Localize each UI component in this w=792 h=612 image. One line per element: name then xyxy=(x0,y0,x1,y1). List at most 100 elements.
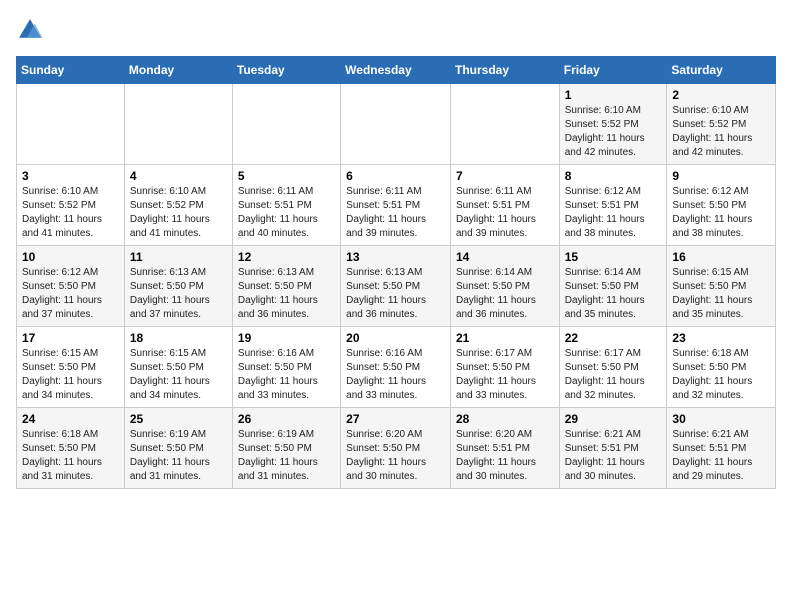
weekday-header-monday: Monday xyxy=(124,57,232,84)
calendar-cell: 11 Sunrise: 6:13 AM Sunset: 5:50 PM Dayli… xyxy=(124,246,232,327)
day-info: Sunrise: 6:15 AM Sunset: 5:50 PM Dayligh… xyxy=(672,266,770,322)
calendar-cell: 4 Sunrise: 6:10 AM Sunset: 5:52 PM Daylig… xyxy=(124,165,232,246)
weekday-header-tuesday: Tuesday xyxy=(232,57,340,84)
day-info: Sunrise: 6:13 AM Sunset: 5:50 PM Dayligh… xyxy=(130,266,227,322)
day-info: Sunrise: 6:15 AM Sunset: 5:50 PM Dayligh… xyxy=(22,347,119,403)
calendar-cell: 13 Sunrise: 6:13 AM Sunset: 5:50 PM Dayli… xyxy=(341,246,451,327)
calendar-cell: 23 Sunrise: 6:18 AM Sunset: 5:50 PM Dayli… xyxy=(667,327,776,408)
calendar-week-1: 1 Sunrise: 6:10 AM Sunset: 5:52 PM Daylig… xyxy=(17,84,776,165)
day-number: 25 xyxy=(130,412,227,426)
calendar-cell: 9 Sunrise: 6:12 AM Sunset: 5:50 PM Daylig… xyxy=(667,165,776,246)
day-info: Sunrise: 6:12 AM Sunset: 5:51 PM Dayligh… xyxy=(565,185,662,241)
day-info: Sunrise: 6:11 AM Sunset: 5:51 PM Dayligh… xyxy=(456,185,554,241)
day-number: 30 xyxy=(672,412,770,426)
day-number: 14 xyxy=(456,250,554,264)
calendar-cell: 10 Sunrise: 6:12 AM Sunset: 5:50 PM Dayli… xyxy=(17,246,125,327)
day-info: Sunrise: 6:10 AM Sunset: 5:52 PM Dayligh… xyxy=(565,104,662,160)
day-info: Sunrise: 6:18 AM Sunset: 5:50 PM Dayligh… xyxy=(672,347,770,403)
day-info: Sunrise: 6:19 AM Sunset: 5:50 PM Dayligh… xyxy=(238,428,335,484)
logo-icon xyxy=(16,16,44,44)
weekday-header-wednesday: Wednesday xyxy=(341,57,451,84)
day-number: 2 xyxy=(672,88,770,102)
day-number: 3 xyxy=(22,169,119,183)
day-info: Sunrise: 6:19 AM Sunset: 5:50 PM Dayligh… xyxy=(130,428,227,484)
calendar-cell xyxy=(341,84,451,165)
calendar-cell xyxy=(17,84,125,165)
weekday-header-thursday: Thursday xyxy=(450,57,559,84)
calendar-week-4: 17Sunrise: 6:15 AM Sunset: 5:50 PM Dayli… xyxy=(17,327,776,408)
day-number: 1 xyxy=(565,88,662,102)
calendar-cell: 27 Sunrise: 6:20 AM Sunset: 5:50 PM Dayli… xyxy=(341,408,451,489)
calendar-cell xyxy=(232,84,340,165)
day-number: 22 xyxy=(565,331,662,345)
calendar-cell: 3 Sunrise: 6:10 AM Sunset: 5:52 PM Daylig… xyxy=(17,165,125,246)
day-number: 6 xyxy=(346,169,445,183)
calendar-cell: 12 Sunrise: 6:13 AM Sunset: 5:50 PM Dayli… xyxy=(232,246,340,327)
weekday-header-sunday: Sunday xyxy=(17,57,125,84)
day-info: Sunrise: 6:21 AM Sunset: 5:51 PM Dayligh… xyxy=(565,428,662,484)
day-info: Sunrise: 6:11 AM Sunset: 5:51 PM Dayligh… xyxy=(346,185,445,241)
calendar-cell: 19 Sunrise: 6:16 AM Sunset: 5:50 PM Dayli… xyxy=(232,327,340,408)
day-number: 19 xyxy=(238,331,335,345)
day-info: Sunrise: 6:20 AM Sunset: 5:50 PM Dayligh… xyxy=(346,428,445,484)
calendar-cell: 29 Sunrise: 6:21 AM Sunset: 5:51 PM Dayli… xyxy=(559,408,667,489)
calendar-cell xyxy=(450,84,559,165)
day-info: Sunrise: 6:11 AM Sunset: 5:51 PM Dayligh… xyxy=(238,185,335,241)
day-number: 24 xyxy=(22,412,119,426)
day-number: 5 xyxy=(238,169,335,183)
weekday-header-friday: Friday xyxy=(559,57,667,84)
day-number: 9 xyxy=(672,169,770,183)
day-info: Sunrise: 6:17 AM Sunset: 5:50 PM Dayligh… xyxy=(565,347,662,403)
calendar-cell: 2Sunrise: 6:10 AM Sunset: 5:52 PM Daylig… xyxy=(667,84,776,165)
day-number: 12 xyxy=(238,250,335,264)
day-info: Sunrise: 6:10 AM Sunset: 5:52 PM Dayligh… xyxy=(22,185,119,241)
calendar-week-2: 3 Sunrise: 6:10 AM Sunset: 5:52 PM Daylig… xyxy=(17,165,776,246)
day-info: Sunrise: 6:12 AM Sunset: 5:50 PM Dayligh… xyxy=(672,185,770,241)
calendar-header: SundayMondayTuesdayWednesdayThursdayFrid… xyxy=(17,57,776,84)
calendar-cell: 25 Sunrise: 6:19 AM Sunset: 5:50 PM Dayli… xyxy=(124,408,232,489)
day-number: 29 xyxy=(565,412,662,426)
calendar-cell: 22 Sunrise: 6:17 AM Sunset: 5:50 PM Dayli… xyxy=(559,327,667,408)
day-number: 28 xyxy=(456,412,554,426)
day-number: 15 xyxy=(565,250,662,264)
calendar-cell: 18Sunrise: 6:15 AM Sunset: 5:50 PM Dayli… xyxy=(124,327,232,408)
day-info: Sunrise: 6:20 AM Sunset: 5:51 PM Dayligh… xyxy=(456,428,554,484)
calendar-week-3: 10 Sunrise: 6:12 AM Sunset: 5:50 PM Dayli… xyxy=(17,246,776,327)
day-number: 13 xyxy=(346,250,445,264)
day-number: 10 xyxy=(22,250,119,264)
calendar-cell: 15 Sunrise: 6:14 AM Sunset: 5:50 PM Dayli… xyxy=(559,246,667,327)
day-info: Sunrise: 6:12 AM Sunset: 5:50 PM Dayligh… xyxy=(22,266,119,322)
day-number: 4 xyxy=(130,169,227,183)
calendar-cell: 6 Sunrise: 6:11 AM Sunset: 5:51 PM Daylig… xyxy=(341,165,451,246)
calendar-cell: 30Sunrise: 6:21 AM Sunset: 5:51 PM Dayli… xyxy=(667,408,776,489)
day-info: Sunrise: 6:14 AM Sunset: 5:50 PM Dayligh… xyxy=(456,266,554,322)
day-info: Sunrise: 6:14 AM Sunset: 5:50 PM Dayligh… xyxy=(565,266,662,322)
calendar-table: SundayMondayTuesdayWednesdayThursdayFrid… xyxy=(16,56,776,489)
calendar-cell: 20 Sunrise: 6:16 AM Sunset: 5:50 PM Dayli… xyxy=(341,327,451,408)
day-number: 16 xyxy=(672,250,770,264)
day-number: 27 xyxy=(346,412,445,426)
calendar-cell: 26 Sunrise: 6:19 AM Sunset: 5:50 PM Dayli… xyxy=(232,408,340,489)
calendar-cell: 8Sunrise: 6:12 AM Sunset: 5:51 PM Daylig… xyxy=(559,165,667,246)
day-info: Sunrise: 6:13 AM Sunset: 5:50 PM Dayligh… xyxy=(238,266,335,322)
day-info: Sunrise: 6:15 AM Sunset: 5:50 PM Dayligh… xyxy=(130,347,227,403)
calendar-cell: 16 Sunrise: 6:15 AM Sunset: 5:50 PM Dayli… xyxy=(667,246,776,327)
day-info: Sunrise: 6:10 AM Sunset: 5:52 PM Dayligh… xyxy=(130,185,227,241)
day-number: 11 xyxy=(130,250,227,264)
calendar-cell: 1 Sunrise: 6:10 AM Sunset: 5:52 PM Daylig… xyxy=(559,84,667,165)
day-number: 23 xyxy=(672,331,770,345)
day-info: Sunrise: 6:13 AM Sunset: 5:50 PM Dayligh… xyxy=(346,266,445,322)
day-info: Sunrise: 6:16 AM Sunset: 5:50 PM Dayligh… xyxy=(238,347,335,403)
calendar-cell: 7Sunrise: 6:11 AM Sunset: 5:51 PM Daylig… xyxy=(450,165,559,246)
day-info: Sunrise: 6:16 AM Sunset: 5:50 PM Dayligh… xyxy=(346,347,445,403)
calendar-cell: 21 Sunrise: 6:17 AM Sunset: 5:50 PM Dayli… xyxy=(450,327,559,408)
day-number: 26 xyxy=(238,412,335,426)
calendar-cell: 5 Sunrise: 6:11 AM Sunset: 5:51 PM Daylig… xyxy=(232,165,340,246)
calendar-cell: 24 Sunrise: 6:18 AM Sunset: 5:50 PM Dayli… xyxy=(17,408,125,489)
day-number: 20 xyxy=(346,331,445,345)
day-info: Sunrise: 6:17 AM Sunset: 5:50 PM Dayligh… xyxy=(456,347,554,403)
day-number: 21 xyxy=(456,331,554,345)
calendar-cell: 14 Sunrise: 6:14 AM Sunset: 5:50 PM Dayli… xyxy=(450,246,559,327)
day-info: Sunrise: 6:18 AM Sunset: 5:50 PM Dayligh… xyxy=(22,428,119,484)
calendar-week-5: 24 Sunrise: 6:18 AM Sunset: 5:50 PM Dayli… xyxy=(17,408,776,489)
